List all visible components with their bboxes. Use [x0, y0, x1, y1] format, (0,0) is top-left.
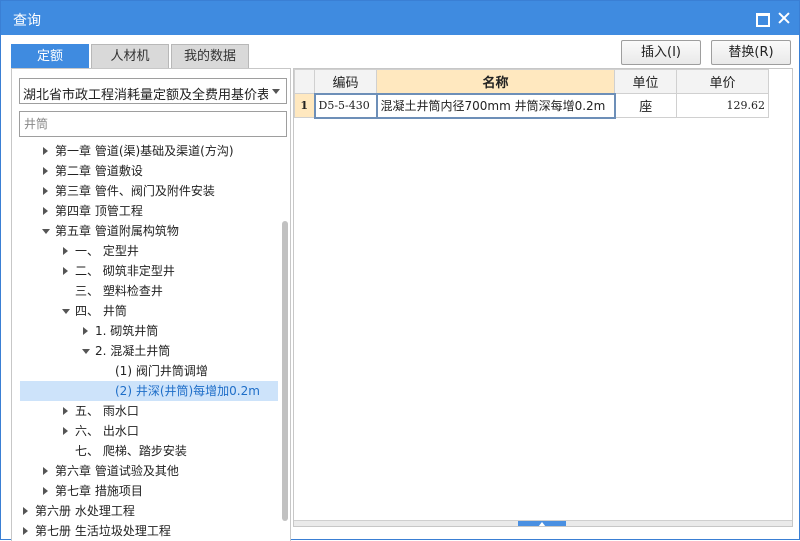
tree-node-label: 第七章 措施项目 — [55, 484, 143, 498]
row-number: 1 — [294, 93, 315, 118]
name-cell[interactable]: 混凝土井筒内径700mm 井筒深每增0.2m — [375, 92, 616, 119]
caret-right-icon[interactable] — [40, 481, 52, 501]
table-header-row: 编码 名称 单位 单价 — [294, 69, 769, 94]
caret-down-icon[interactable] — [80, 341, 92, 361]
tree-node[interactable]: 二、 砌筑非定型井 — [20, 261, 278, 281]
tree-node[interactable]: 第六册 水处理工程 — [20, 501, 278, 521]
tree-node-label: 四、 井筒 — [75, 304, 127, 318]
tree-node-label: 七、 爬梯、踏步安装 — [75, 444, 187, 458]
tree-node-label: 六、 出水口 — [75, 424, 139, 438]
library-select-value: 湖北省市政工程消耗量定额及全费用基价表(20 — [23, 88, 268, 103]
tree-node-label: 第七册 生活垃圾处理工程 — [35, 524, 171, 538]
tree-node[interactable]: 第二章 管道敷设 — [20, 161, 278, 181]
quota-tree-panel: 湖北省市政工程消耗量定额及全费用基价表(20 第一章 管道(渠)基础及渠道(方沟… — [11, 68, 291, 541]
caret-right-icon[interactable] — [60, 401, 72, 421]
expand-up-icon[interactable] — [518, 521, 566, 526]
caret-right-icon[interactable] — [60, 241, 72, 261]
tree-node-label: 第四章 顶管工程 — [55, 204, 143, 218]
tree-node[interactable]: 五、 雨水口 — [20, 401, 278, 421]
tree-node-label: 第五章 管道附属构筑物 — [55, 224, 179, 238]
panel-splitter[interactable] — [294, 520, 792, 526]
caret-right-icon[interactable] — [20, 501, 32, 521]
maximize-icon[interactable] — [753, 9, 771, 27]
tree-node-label: 第二章 管道敷设 — [55, 164, 143, 178]
tree-node[interactable]: 第五章 管道附属构筑物 — [20, 221, 278, 241]
tree-node[interactable]: 第四章 顶管工程 — [20, 201, 278, 221]
tree-node[interactable]: 第三章 管件、阀门及附件安装 — [20, 181, 278, 201]
tree-node-label: 五、 雨水口 — [75, 404, 139, 418]
price-column-header[interactable]: 单价 — [676, 69, 769, 94]
caret-right-icon[interactable] — [40, 141, 52, 161]
chevron-down-icon — [272, 89, 280, 94]
caret-right-icon[interactable] — [40, 461, 52, 481]
title-bar[interactable]: 查询 — [1, 1, 799, 35]
tree-scrollbar[interactable] — [281, 141, 289, 541]
tree-node-label: 第六册 水处理工程 — [35, 504, 135, 518]
query-dialog: 查询 定额 人材机 我的数据 插入(I) 替换(R) 湖北省市政工程消耗量定额及… — [0, 0, 800, 541]
tree-node-label: 2. 混凝土井筒 — [95, 344, 171, 358]
unit-column-header[interactable]: 单位 — [614, 69, 677, 94]
results-panel: 编码 名称 单位 单价 1 D5-5-430 混凝土井筒内径700mm 井筒深每… — [293, 68, 793, 527]
tree-node-label: 第一章 管道(渠)基础及渠道(方沟) — [55, 144, 234, 158]
library-select[interactable]: 湖北省市政工程消耗量定额及全费用基价表(20 — [19, 78, 287, 104]
tree-node[interactable]: 第六章 管道试验及其他 — [20, 461, 278, 481]
caret-down-icon[interactable] — [40, 221, 52, 241]
tree-node[interactable]: 一、 定型井 — [20, 241, 278, 261]
tree-node[interactable]: 第一章 管道(渠)基础及渠道(方沟) — [20, 141, 278, 161]
table-row[interactable]: 1 D5-5-430 混凝土井筒内径700mm 井筒深每增0.2m 座 129.… — [294, 92, 769, 119]
tree-node[interactable]: 1. 砌筑井筒 — [20, 321, 278, 341]
name-column-header[interactable]: 名称 — [376, 69, 615, 94]
caret-right-icon[interactable] — [60, 421, 72, 441]
tree-node[interactable]: (2) 井深(井筒)每增加0.2m — [20, 381, 278, 401]
tree-node[interactable]: 七、 爬梯、踏步安装 — [20, 441, 278, 461]
caret-down-icon[interactable] — [60, 301, 72, 321]
caret-right-icon[interactable] — [80, 321, 92, 341]
tree-node[interactable]: 第七册 生活垃圾处理工程 — [20, 521, 278, 541]
window-title: 查询 — [13, 13, 41, 29]
tab-quota[interactable]: 定额 — [11, 44, 89, 69]
unit-cell[interactable]: 座 — [614, 93, 677, 118]
tree-node-label: 三、 塑料检查井 — [75, 284, 163, 298]
row-number-header — [294, 69, 315, 94]
tree-node-label: (2) 井深(井筒)每增加0.2m — [115, 384, 260, 398]
replace-button[interactable]: 替换(R) — [711, 40, 791, 65]
tree-node-label: 1. 砌筑井筒 — [95, 324, 159, 338]
code-column-header[interactable]: 编码 — [314, 69, 377, 94]
tree-node[interactable]: 四、 井筒 — [20, 301, 278, 321]
tab-labor-material-machine[interactable]: 人材机 — [91, 44, 169, 69]
caret-right-icon[interactable] — [60, 261, 72, 281]
scrollbar-thumb[interactable] — [282, 221, 288, 521]
search-input[interactable] — [19, 111, 287, 137]
tree-node-label: (1) 阀门井筒调增 — [115, 364, 208, 378]
caret-right-icon[interactable] — [40, 181, 52, 201]
close-icon[interactable] — [775, 9, 793, 27]
insert-button[interactable]: 插入(I) — [621, 40, 701, 65]
code-cell[interactable]: D5-5-430 — [313, 92, 378, 119]
caret-right-icon[interactable] — [40, 161, 52, 181]
price-cell[interactable]: 129.62 — [676, 93, 769, 118]
caret-right-icon[interactable] — [40, 201, 52, 221]
tree-node[interactable]: 第七章 措施项目 — [20, 481, 278, 501]
quota-tree: 第一章 管道(渠)基础及渠道(方沟) 第二章 管道敷设第三章 管件、阀门及附件安装… — [12, 141, 278, 541]
tree-node-label: 一、 定型井 — [75, 244, 139, 258]
tree-node[interactable]: 三、 塑料检查井 — [20, 281, 278, 301]
tab-my-data[interactable]: 我的数据 — [171, 44, 249, 69]
tree-node[interactable]: 六、 出水口 — [20, 421, 278, 441]
tree-node-label: 第三章 管件、阀门及附件安装 — [55, 184, 215, 198]
tree-node[interactable]: (1) 阀门井筒调增 — [20, 361, 278, 381]
results-table: 编码 名称 单位 单价 1 D5-5-430 混凝土井筒内径700mm 井筒深每… — [294, 69, 769, 119]
tree-node[interactable]: 2. 混凝土井筒 — [20, 341, 278, 361]
tree-node-label: 二、 砌筑非定型井 — [75, 264, 175, 278]
caret-right-icon[interactable] — [20, 521, 32, 541]
tree-node-label: 第六章 管道试验及其他 — [55, 464, 179, 478]
